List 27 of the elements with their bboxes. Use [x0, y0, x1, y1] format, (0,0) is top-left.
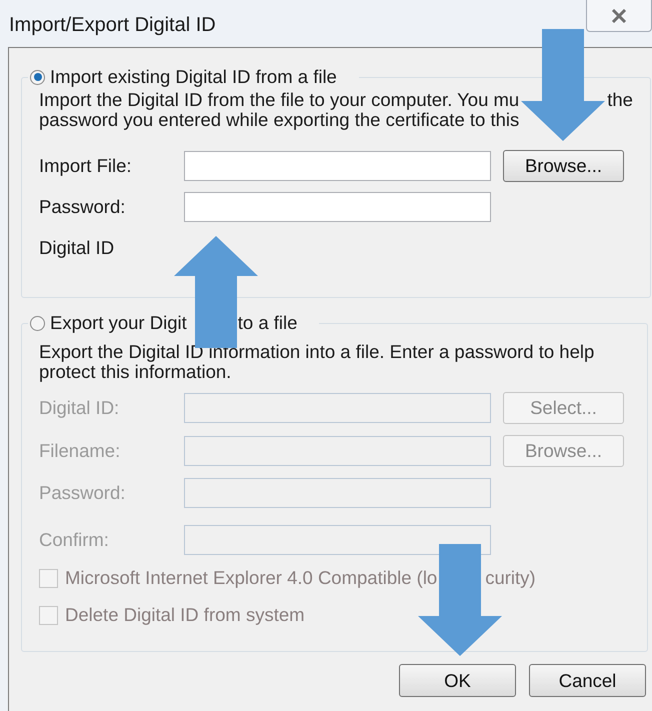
- section-label: Digital ID: [39, 236, 116, 260]
- field-label: Digital ID:: [39, 396, 120, 420]
- text-fragment: to a file: [238, 312, 298, 333]
- window-title: Import/Export Digital ID: [8, 13, 216, 38]
- close-icon: [611, 8, 627, 22]
- text-fragment: Export your Digit: [50, 312, 187, 333]
- text-fragment: Delete Digital ID from system: [65, 604, 305, 625]
- close-button[interactable]: [586, 0, 652, 32]
- dialog-button[interactable]: Cancel: [529, 664, 646, 697]
- radio-button[interactable]: [30, 316, 45, 330]
- field-label: Confirm:: [39, 528, 110, 552]
- radio-button[interactable]: [30, 70, 45, 84]
- browse-button[interactable]: Browse...: [503, 150, 624, 182]
- input-field[interactable]: [184, 192, 491, 222]
- field-label: Filename:: [39, 439, 122, 464]
- text-fragment: Microsoft Internet Explorer 4.0 Compatible (lo: [65, 567, 438, 588]
- dialog-button[interactable]: OK: [399, 664, 516, 697]
- text-fragment: curity): [485, 567, 536, 588]
- field-label: Password:: [39, 481, 126, 506]
- text-fragment: protect this information.: [39, 361, 232, 382]
- field-label: Password:: [39, 195, 126, 220]
- text-fragment: password you entered while exporting the certificate to this: [39, 109, 520, 130]
- input-field[interactable]: [184, 151, 491, 181]
- field-label: Import File:: [39, 154, 133, 178]
- text-fragment: the: [607, 89, 633, 110]
- text-fragment: Import the Digital ID from the file to your computer. You mu: [39, 89, 520, 110]
- text-fragment: Import existing Digital ID from a file: [50, 66, 337, 87]
